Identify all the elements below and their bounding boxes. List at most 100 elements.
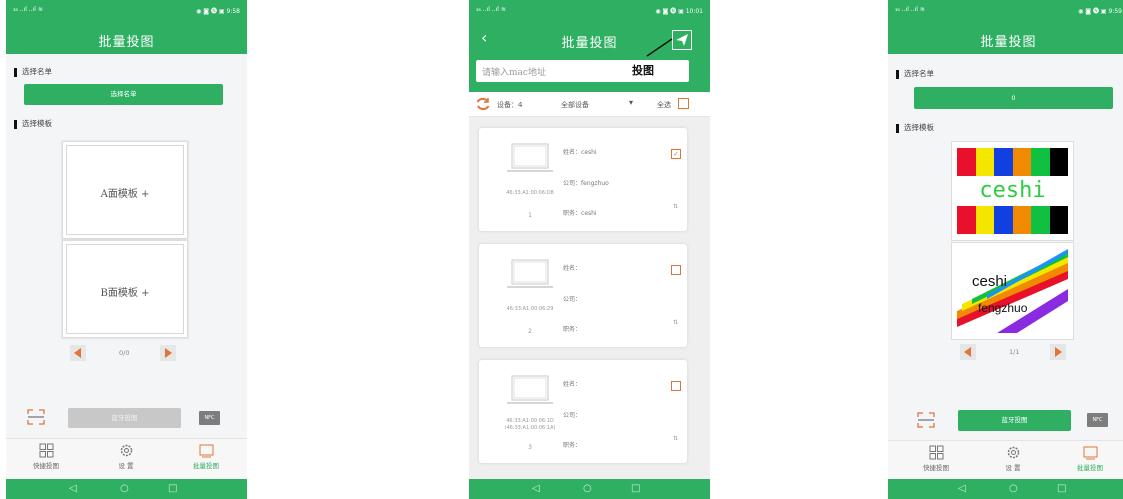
template-a-card[interactable]: A面模板 +: [62, 141, 188, 239]
page-title: 批量投图: [98, 35, 155, 50]
back-nav-icon[interactable]: ◁: [69, 483, 77, 494]
role-value: ceshi: [581, 210, 597, 217]
tab-batch-cast[interactable]: 批量投图: [1050, 445, 1123, 472]
scan-icon[interactable]: [917, 412, 935, 428]
color-stripe: [1012, 148, 1031, 176]
device-role-field: 职务：: [563, 324, 581, 333]
device-name-field: 姓名：: [563, 379, 581, 388]
select-list-heading: 选择名单: [14, 66, 52, 77]
tab-quick-cast[interactable]: 快捷投图: [896, 445, 976, 472]
role-label: 职务：: [563, 442, 582, 449]
color-stripe: [1031, 206, 1050, 234]
color-stripe: [1049, 148, 1068, 176]
arrow-right-icon: [1055, 347, 1062, 357]
select-template-heading-text: 选择模板: [22, 119, 52, 128]
prev-page-button[interactable]: [960, 344, 976, 360]
back-nav-icon[interactable]: ◁: [532, 483, 540, 494]
signal-indicators: ₃₈ ..ıl ..ıl ≋: [895, 6, 925, 13]
next-page-button[interactable]: [160, 345, 176, 361]
tablet-icon: [199, 444, 213, 458]
device-filter-bar: 设备：4 全部设备 ▾ 全选: [469, 92, 710, 117]
arrow-left-icon: [964, 347, 971, 357]
app-bar: 批量投图: [888, 24, 1123, 54]
next-page-button[interactable]: [1050, 344, 1066, 360]
template-a-text: ceshi: [957, 176, 1068, 206]
bluetooth-cast-button-disabled[interactable]: 蓝牙投图: [68, 408, 181, 428]
device-filter-select[interactable]: 全部设备: [561, 100, 589, 110]
bluetooth-cast-button[interactable]: 蓝牙投图: [958, 410, 1071, 431]
scan-icon[interactable]: [27, 409, 45, 425]
select-template-heading: 选择模板: [14, 118, 52, 129]
recents-nav-icon[interactable]: □: [168, 483, 177, 494]
signal-indicators: ₃₈ ..ıl ..ıl ≋: [476, 6, 506, 13]
tab-settings-label: 设 置: [1005, 464, 1021, 472]
name-value: ceshi: [581, 149, 597, 156]
device-company-field: 公司：fengzhuo: [563, 178, 609, 187]
laptop-icon: [507, 259, 553, 288]
select-list-button[interactable]: 0: [914, 87, 1113, 109]
tab-settings[interactable]: 设 置: [86, 443, 166, 470]
device-name-field: 姓名：ceshi: [563, 147, 597, 156]
tab-batch-cast[interactable]: 批量投图: [166, 443, 246, 470]
nfc-button[interactable]: NFC: [199, 411, 220, 425]
arrow-left-icon: [74, 348, 81, 358]
pager-indicator: 0/0: [119, 349, 130, 357]
sort-handle-icon[interactable]: ⇅: [673, 319, 678, 326]
back-nav-icon[interactable]: ◁: [958, 483, 966, 494]
name-label: 姓名：: [563, 381, 582, 388]
device-card[interactable]: 46:33:A1:00:06:1D (46:33:A1:00:06:1A) 3 …: [479, 360, 687, 463]
status-icons-time: ◉ ◙ 🅝 ▣ 9:59: [1078, 8, 1122, 15]
home-nav-icon[interactable]: ○: [583, 483, 592, 494]
color-stripes-bottom: [957, 206, 1068, 234]
mac-search-input[interactable]: 请输入mac地址 投图: [476, 60, 689, 82]
device-checkbox[interactable]: [671, 265, 681, 275]
pager-indicator: 1/1: [1009, 348, 1020, 356]
status-bar: ₃₈ ..ıl ..ıl ≋ ◉ ◙ 🅝 ▣ 9:59: [888, 0, 1123, 24]
device-count: 设备：4: [497, 101, 523, 109]
home-nav-icon[interactable]: ○: [120, 483, 129, 494]
nfc-button[interactable]: NFC: [1087, 413, 1108, 427]
prev-page-button[interactable]: [70, 345, 86, 361]
device-checkbox[interactable]: [671, 381, 681, 391]
status-icons-time: ◉ ◙ 🅝 ▣ 10:01: [655, 8, 703, 15]
recents-nav-icon[interactable]: □: [1057, 483, 1066, 494]
select-all-checkbox[interactable]: [678, 98, 689, 109]
template-b-company: fengzhuo: [978, 301, 1028, 315]
sort-handle-icon[interactable]: ⇅: [673, 435, 678, 442]
gear-icon: [120, 444, 132, 457]
role-label: 职务：: [563, 210, 582, 217]
app-bar: ‹ 批量投图 请输入mac地址 投图: [469, 24, 710, 92]
send-icon[interactable]: [672, 30, 692, 50]
home-nav-icon[interactable]: ○: [1009, 483, 1018, 494]
phone-screen-empty: ₃₈ ..ıl ..ıl ≋ ◉ ◙ 🅝 ▣ 9:58 批量投图 选择名单 选择…: [6, 0, 247, 499]
template-b-card[interactable]: B面模板 +: [62, 240, 188, 338]
color-stripes-top: [957, 148, 1068, 176]
name-label: 姓名：: [563, 265, 582, 272]
recents-nav-icon[interactable]: □: [631, 483, 640, 494]
grid-icon: [929, 445, 943, 460]
select-template-heading-text: 选择模板: [904, 123, 934, 132]
dropdown-caret-icon[interactable]: ▾: [629, 98, 633, 107]
select-all-label: 全选: [657, 101, 671, 109]
device-mac-secondary: (46:33:A1:00:06:1A): [504, 425, 556, 431]
rainbow-brush-image: [957, 249, 1068, 333]
grid-icon: [39, 443, 53, 458]
tab-settings[interactable]: 设 置: [973, 445, 1053, 472]
tablet-icon: [1083, 446, 1097, 460]
mac-search-placeholder: 请输入mac地址: [482, 68, 546, 78]
template-b-card[interactable]: ceshi fengzhuo: [951, 242, 1074, 340]
sort-handle-icon[interactable]: ⇅: [673, 203, 678, 210]
section-marker: [14, 119, 17, 129]
status-bar: ₃₈ ..ıl ..ıl ≋ ◉ ◙ 🅝 ▣ 9:58: [6, 0, 247, 24]
device-card[interactable]: 46:33:A1:00:06:D8 1 姓名：ceshi 公司：fengzhuo…: [479, 128, 687, 231]
device-card[interactable]: 46:33:A1:00:06:29 2 姓名： 公司： 职务： ⇅: [479, 244, 687, 347]
select-list-button[interactable]: 选择名单: [24, 84, 223, 105]
tab-quick-cast[interactable]: 快捷投图: [6, 443, 86, 470]
bottom-tab-bar: 快捷投图 设 置 批量投图: [888, 440, 1123, 479]
phone-screen-filled: ₃₈ ..ıl ..ıl ≋ ◉ ◙ 🅝 ▣ 9:59 批量投图 选择名单 0 …: [888, 0, 1123, 499]
refresh-icon[interactable]: [475, 96, 491, 112]
template-a-card[interactable]: ceshi: [951, 141, 1074, 241]
device-mac: 46:33:A1:00:06:D8: [506, 190, 554, 196]
device-checkbox[interactable]: ✓: [671, 149, 681, 159]
device-role-field: 职务：: [563, 440, 581, 449]
